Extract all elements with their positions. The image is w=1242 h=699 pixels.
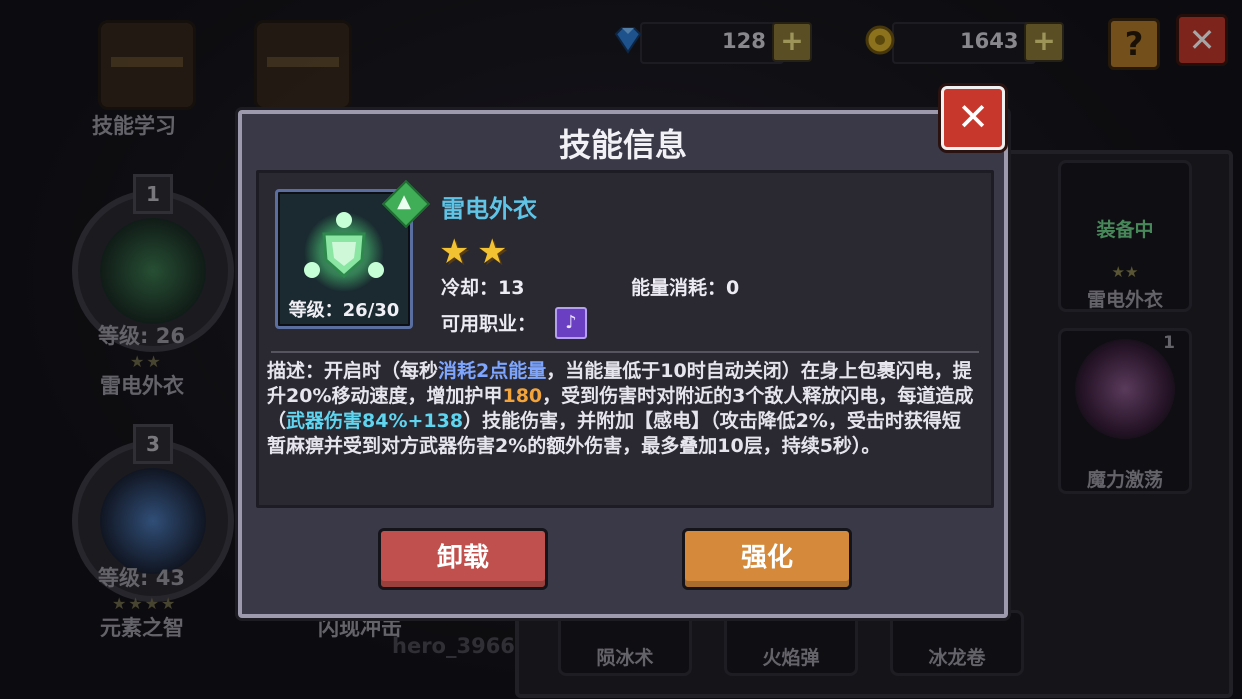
upgrade-arrow-icon: ▲	[397, 191, 411, 212]
dialog-title: 技能信息	[558, 126, 687, 164]
skill-level: 等级：26/30	[288, 300, 400, 321]
unequip-button[interactable]: 卸载	[378, 528, 548, 590]
desc-armor-value: 180	[502, 385, 543, 407]
skill-name: 雷电外衣	[441, 195, 537, 223]
skill-description: 描述：开启时（每秒消耗2点能量，当能量低于10时自动关闭）在身上包裹闪电，提升2…	[267, 359, 979, 459]
divider	[271, 351, 979, 353]
enhance-button[interactable]: 强化	[682, 528, 852, 590]
class-icon: ♪	[555, 307, 587, 339]
desc-text: 描述：开启时（每秒	[267, 360, 439, 382]
close-dialog-button[interactable]: ✕	[941, 86, 1005, 150]
star-icon: ★	[477, 232, 508, 272]
skill-info-panel: 等级：26/30 ▲ 雷电外衣 ★ ★ 冷却：13 能量消耗：0 可用职业： ♪…	[256, 170, 994, 508]
usable-class-label: 可用职业：	[441, 313, 537, 335]
skill-info-dialog: 技能信息 等级：26/30 ▲ 雷电外衣 ★ ★ 冷却：13 能量消耗：0 可用…	[238, 110, 1008, 618]
cooldown: 冷却：13	[441, 277, 525, 299]
star-icon: ★	[439, 232, 470, 272]
lightning-armor-icon	[304, 212, 384, 292]
desc-energy-cost: 消耗2点能量	[438, 360, 547, 382]
energy-cost: 能量消耗：0	[631, 277, 740, 299]
desc-damage-formula: 武器伤害84%+138	[286, 410, 464, 432]
